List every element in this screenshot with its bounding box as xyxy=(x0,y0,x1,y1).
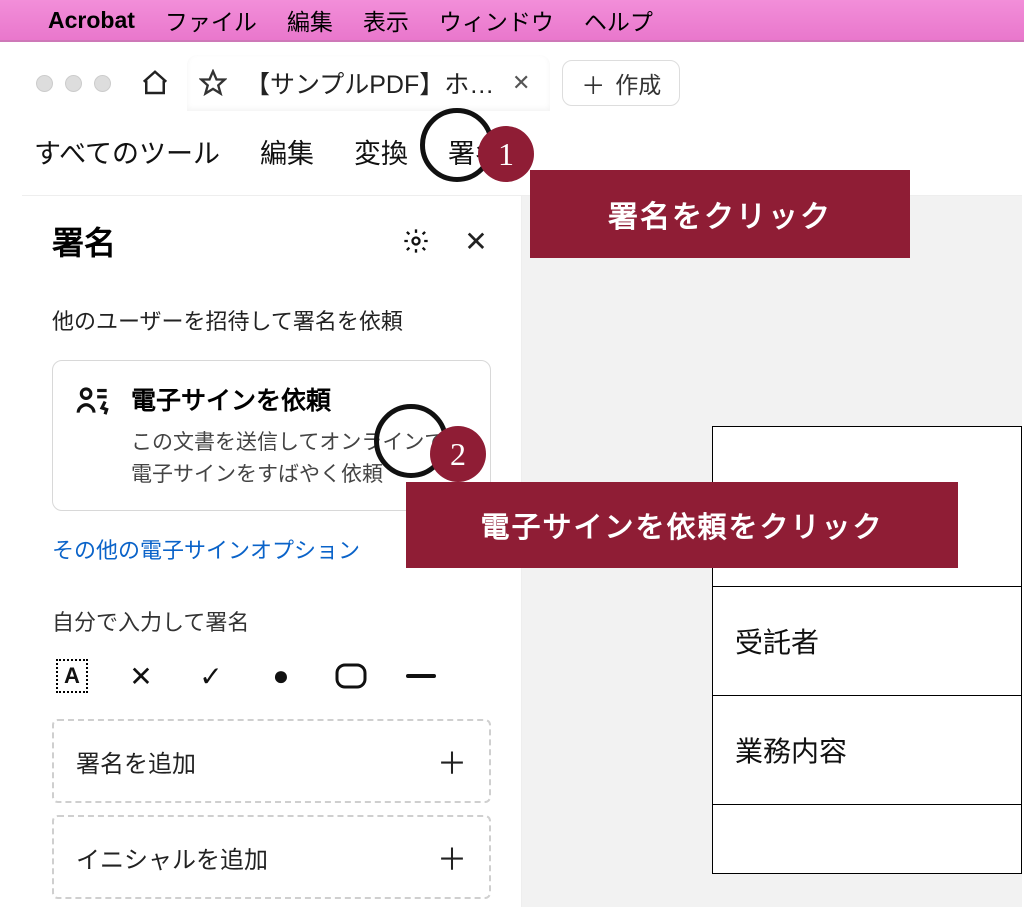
app-name[interactable]: Acrobat xyxy=(48,7,135,34)
menu-window[interactable]: ウィンドウ xyxy=(439,3,554,37)
sign-tool-row: A ✕ ✓ ● xyxy=(52,659,491,693)
minimize-window-button[interactable] xyxy=(65,75,82,92)
annotation-callout-2: 電子サインを依頼をクリック xyxy=(406,482,958,568)
add-signature-button[interactable]: 署名を追加 ＋ xyxy=(52,719,491,803)
check-tool-button[interactable]: ✓ xyxy=(194,659,228,693)
add-initials-label: イニシャルを追加 xyxy=(76,840,268,875)
menu-file[interactable]: ファイル xyxy=(165,3,257,37)
rounded-rect-tool-button[interactable] xyxy=(334,659,368,693)
panel-title: 署名 xyxy=(52,218,116,264)
doc-cell-row1: 受託者 xyxy=(713,587,1021,696)
dot-tool-button[interactable]: ● xyxy=(264,659,298,693)
menu-edit[interactable]: 編集 xyxy=(287,3,333,37)
annotation-step-2-badge: 2 xyxy=(430,426,486,482)
convert-button[interactable]: 変換 xyxy=(352,128,410,175)
plus-icon: ＋ xyxy=(437,739,467,783)
invite-section-label: 他のユーザーを招待して署名を依頼 xyxy=(52,304,491,336)
edit-button[interactable]: 編集 xyxy=(258,128,316,175)
gear-icon[interactable] xyxy=(401,226,431,256)
cross-tool-button[interactable]: ✕ xyxy=(124,659,158,693)
annotation-step-1-badge: 1 xyxy=(478,126,534,182)
zoom-window-button[interactable] xyxy=(94,75,111,92)
doc-cell-row2: 業務内容 xyxy=(713,696,1021,805)
home-button[interactable] xyxy=(135,63,175,103)
close-tab-button[interactable]: ✕ xyxy=(506,70,536,96)
all-tools-button[interactable]: すべてのツール xyxy=(32,128,222,175)
text-tool-button[interactable]: A xyxy=(56,659,88,693)
close-window-button[interactable] xyxy=(36,75,53,92)
doc-cell-row3 xyxy=(713,805,1021,873)
esign-icon xyxy=(75,381,113,419)
plus-icon: ＋ xyxy=(437,835,467,879)
self-sign-label: 自分で入力して署名 xyxy=(52,605,491,637)
mac-menubar: Acrobat ファイル 編集 表示 ウィンドウ ヘルプ xyxy=(0,0,1024,42)
tab-strip: 【サンプルPDF】ホ… ✕ ＋ 作成 xyxy=(22,52,1022,114)
tab-title: 【サンプルPDF】ホ… xyxy=(245,65,494,101)
line-tool-button[interactable] xyxy=(404,659,438,693)
new-tab-button[interactable]: ＋ 作成 xyxy=(562,60,680,106)
menu-view[interactable]: 表示 xyxy=(363,3,409,37)
document-tab[interactable]: 【サンプルPDF】ホ… ✕ xyxy=(187,55,550,111)
add-initials-button[interactable]: イニシャルを追加 ＋ xyxy=(52,815,491,899)
plus-icon: ＋ xyxy=(581,66,605,101)
add-signature-label: 署名を追加 xyxy=(76,744,196,779)
window-controls xyxy=(30,75,123,92)
more-esign-options-link[interactable]: その他の電子サインオプション xyxy=(52,533,360,565)
star-icon[interactable] xyxy=(193,63,233,103)
menu-help[interactable]: ヘルプ xyxy=(584,3,653,37)
card-title: 電子サインを依頼 xyxy=(131,381,445,417)
annotation-callout-1: 署名をクリック xyxy=(530,170,910,258)
close-panel-button[interactable]: ✕ xyxy=(461,226,491,256)
card-desc: この文書を送信してオンラインで電子サインをすばやく依頼 xyxy=(131,427,445,490)
panel-header: 署名 ✕ xyxy=(52,218,491,264)
new-tab-label: 作成 xyxy=(615,66,661,100)
